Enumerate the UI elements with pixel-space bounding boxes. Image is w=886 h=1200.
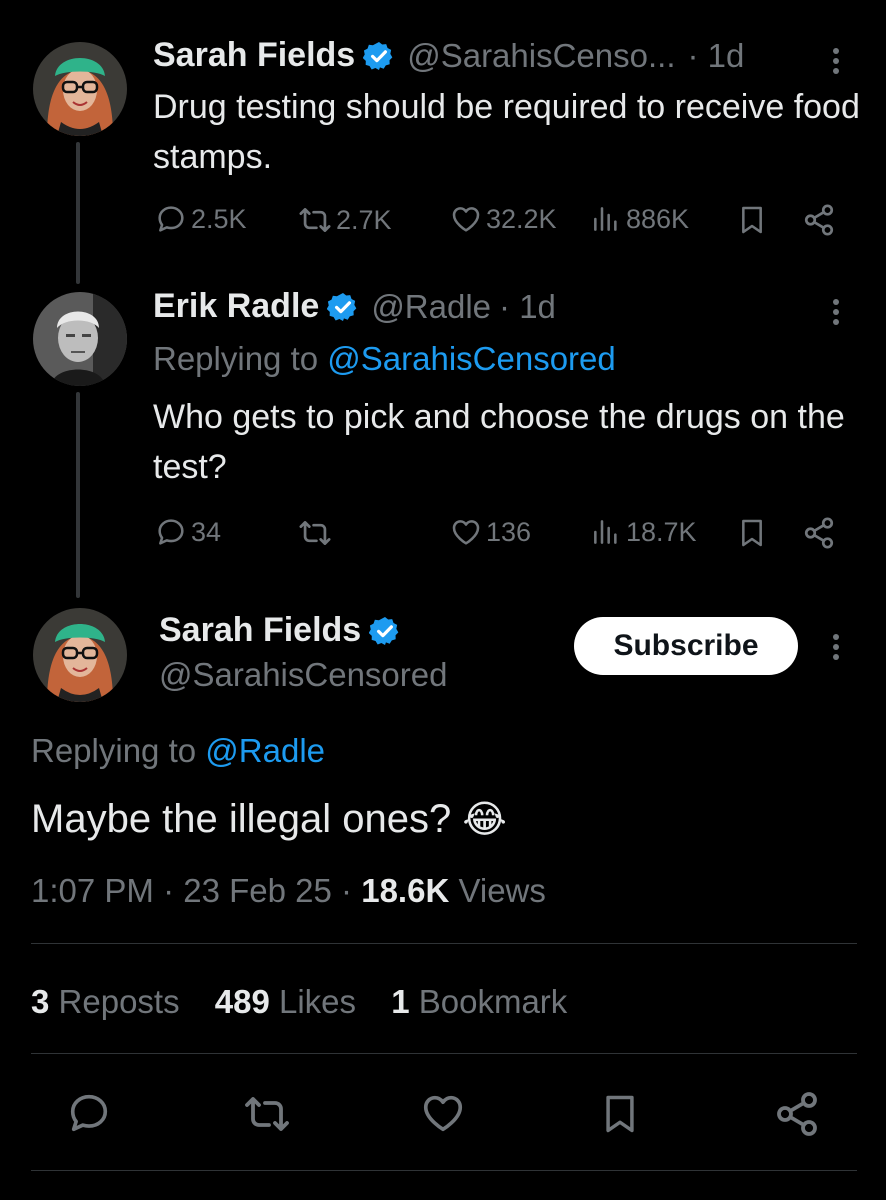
bookmark-icon [736,203,768,237]
bookmark-icon [736,516,768,550]
divider [31,1053,857,1054]
reply-button[interactable] [66,1090,116,1136]
like-button[interactable]: 32.2K [450,203,557,235]
replying-prefix: Replying to [31,732,197,769]
reposts-label: Reposts [58,983,180,1020]
reply-icon [155,516,187,548]
engagement-stats: 3 Reposts 489 Likes 1 Bookmark [31,983,567,1021]
likes-stat[interactable]: 489 Likes [215,983,356,1020]
likes-label: Likes [279,983,357,1020]
replying-to-link[interactable]: @Radle [205,732,325,769]
repost-icon [298,203,332,237]
divider [31,1170,857,1171]
view-count: 18.7K [626,516,697,547]
tweet-date: 23 Feb 25 [183,872,332,909]
like-button[interactable] [420,1090,470,1136]
author-handle[interactable]: @SarahisCenso... [407,37,675,75]
reply-button[interactable]: 34 [155,516,221,548]
laughing-emoji-icon: 😂 [462,799,507,841]
reposts-count: 3 [31,983,50,1020]
tweet-time[interactable]: · 1d [688,37,745,75]
more-options-icon[interactable] [833,44,839,78]
likes-count: 489 [214,983,270,1020]
view-count: 886K [626,203,690,234]
reply-count: 34 [191,516,222,547]
verified-badge-icon [327,291,359,323]
share-icon [802,203,836,237]
heart-icon [420,1090,466,1136]
thread-line [76,392,80,598]
author-handle[interactable]: @Radle [371,288,491,326]
repost-button[interactable] [243,1090,295,1138]
bookmarks-label: Bookmark [418,983,568,1020]
share-icon [802,516,836,550]
repost-button[interactable]: 2.7K [298,203,392,237]
tweet-time: 1:07 PM [31,872,154,909]
reply-icon [66,1090,112,1136]
author-name[interactable]: Erik Radle [153,287,319,326]
like-count: 136 [486,516,532,547]
bookmarks-stat[interactable]: 1 Bookmark [391,983,567,1020]
heart-icon [450,203,482,235]
repost-icon [298,516,332,550]
share-button[interactable] [773,1090,825,1138]
reply-icon [155,203,187,235]
repost-count: 2.7K [336,204,392,235]
tweet-time[interactable]: · 1d [499,288,556,326]
replying-to: Replying to @SarahisCensored [153,340,616,378]
bookmark-button[interactable] [736,516,772,550]
verified-badge-icon [363,40,395,72]
tweet-meta: 1:07 PM · 23 Feb 25 · 18.6K Views [31,872,546,909]
divider [31,943,857,944]
author-name[interactable]: Sarah Fields [159,611,361,650]
avatar[interactable] [33,292,127,386]
replying-prefix: Replying to [153,340,319,377]
tweet-text: Maybe the illegal ones? [31,797,452,841]
share-button[interactable] [802,203,840,237]
views-button[interactable]: 18.7K [590,516,697,548]
views-count: 18.6K [361,872,450,909]
author-name[interactable]: Sarah Fields [153,36,355,75]
subscribe-button[interactable]: Subscribe [574,617,798,675]
tweet-text-container: Maybe the illegal ones? 😂 [31,797,507,842]
repost-button[interactable] [298,516,336,550]
more-options-icon[interactable] [833,630,839,664]
bookmarks-count: 1 [391,983,410,1020]
author-handle[interactable]: @SarahisCensored [159,656,447,694]
reply-button[interactable]: 2.5K [155,203,247,235]
views-button[interactable]: 886K [590,203,689,235]
like-button[interactable]: 136 [450,516,531,548]
bookmark-icon [598,1090,642,1138]
reposts-stat[interactable]: 3 Reposts [31,983,180,1020]
bookmark-button[interactable] [736,203,772,237]
avatar[interactable] [33,608,127,702]
replying-to: Replying to @Radle [31,732,325,770]
tweet-text: Drug testing should be required to recei… [153,88,860,176]
views-icon [590,203,622,235]
like-count: 32.2K [486,203,557,234]
replying-to-link[interactable]: @SarahisCensored [327,340,615,377]
verified-badge-icon [369,615,401,647]
share-button[interactable] [802,516,840,550]
share-icon [773,1090,821,1138]
views-label: Views [458,872,546,909]
heart-icon [450,516,482,548]
repost-icon [243,1090,291,1138]
reply-count: 2.5K [191,203,247,234]
more-options-icon[interactable] [833,295,839,329]
bookmark-button[interactable] [598,1090,646,1138]
views-icon [590,516,622,548]
avatar[interactable] [33,42,127,136]
tweet-text: Who gets to pick and choose the drugs on… [153,398,845,486]
thread-line [76,142,80,284]
